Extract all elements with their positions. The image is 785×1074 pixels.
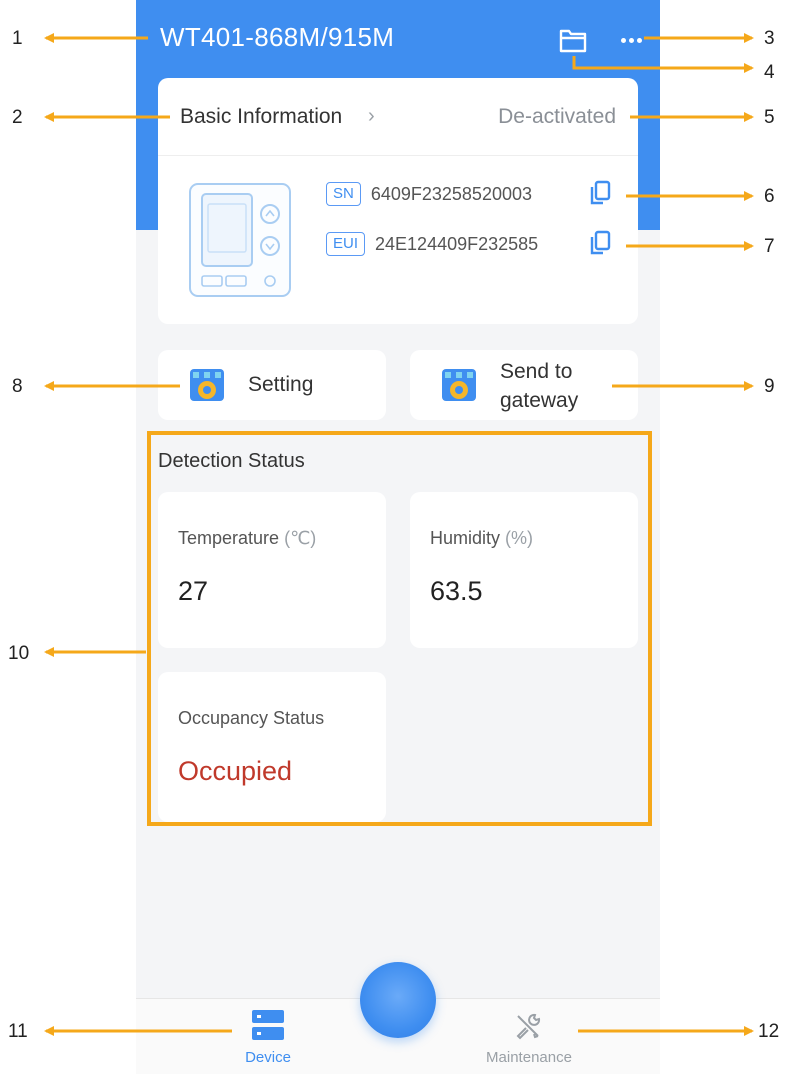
annotation-10: 10 bbox=[8, 643, 30, 664]
annotation-4: 4 bbox=[764, 62, 775, 83]
annotation-arrows bbox=[44, 33, 754, 1036]
annotation-3: 3 bbox=[764, 28, 775, 49]
annotation-6: 6 bbox=[764, 186, 775, 207]
annotation-8: 8 bbox=[12, 376, 23, 397]
annotation-1: 1 bbox=[12, 28, 23, 49]
annotation-11: 11 bbox=[8, 1021, 28, 1042]
annotation-9: 9 bbox=[764, 376, 775, 397]
annotation-5: 5 bbox=[764, 107, 775, 128]
annotation-7: 7 bbox=[764, 236, 775, 257]
annotation-2: 2 bbox=[12, 107, 23, 128]
annotation-12: 12 bbox=[758, 1021, 780, 1042]
